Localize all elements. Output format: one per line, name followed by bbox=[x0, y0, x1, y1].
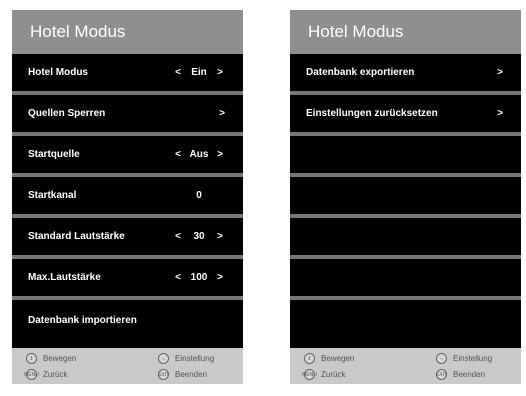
help-label: Einstellung bbox=[453, 354, 493, 363]
empty-row bbox=[290, 300, 521, 341]
menu-item-label: Einstellungen zurücksetzen bbox=[306, 108, 438, 119]
right-arrow-icon[interactable]: > bbox=[211, 272, 229, 283]
menu-item-default-volume[interactable]: Standard Lautstärke < 30 > bbox=[12, 218, 243, 259]
left-right-icon: ⇔ bbox=[436, 353, 447, 364]
empty-row bbox=[290, 177, 521, 218]
menu-item-lock-sources[interactable]: Quellen Sperren > bbox=[12, 95, 243, 136]
menu-item-label: Datenbank exportieren bbox=[306, 67, 415, 78]
help-label: Bewegen bbox=[43, 354, 77, 363]
right-arrow-icon[interactable]: > bbox=[211, 231, 229, 242]
right-arrow-icon[interactable]: > bbox=[211, 67, 229, 78]
help-label: Beenden bbox=[453, 370, 486, 379]
menu-title: Hotel Modus bbox=[12, 10, 243, 54]
chevron-right-icon: > bbox=[497, 67, 503, 78]
menu-title: Hotel Modus bbox=[290, 10, 521, 54]
help-bar: ⇕ Bewegen ⇔ Einstellung MENU Zurück EXIT… bbox=[290, 348, 521, 384]
menu-item-start-source[interactable]: Startquelle < Aus > bbox=[12, 136, 243, 177]
left-arrow-icon[interactable]: < bbox=[169, 149, 187, 160]
menu-item-label: Startquelle bbox=[28, 149, 80, 160]
exit-button-icon: EXIT bbox=[158, 369, 169, 380]
option-value: Aus bbox=[189, 149, 209, 160]
right-arrow-icon[interactable]: > bbox=[211, 149, 229, 160]
left-arrow-icon[interactable]: < bbox=[169, 231, 187, 242]
help-label: Zurück bbox=[321, 370, 346, 379]
menu-item-import-database[interactable]: Datenbank importieren bbox=[12, 300, 243, 341]
menu-item-hotel-mode[interactable]: Hotel Modus < Ein > bbox=[12, 54, 243, 95]
menu-item-start-channel[interactable]: Startkanal 0 bbox=[12, 177, 243, 218]
menu-item-label: Standard Lautstärke bbox=[28, 231, 125, 242]
up-down-icon: ⇕ bbox=[304, 353, 315, 364]
option-value: 0 bbox=[196, 190, 202, 201]
menu-button-icon: MENU bbox=[24, 369, 39, 380]
empty-row bbox=[290, 218, 521, 259]
left-arrow-icon[interactable]: < bbox=[169, 67, 187, 78]
help-label: Bewegen bbox=[321, 354, 355, 363]
menu-item-reset-settings[interactable]: Einstellungen zurücksetzen > bbox=[290, 95, 521, 136]
menu-item-label: Hotel Modus bbox=[28, 67, 88, 78]
option-value: 30 bbox=[193, 231, 205, 242]
help-label: Zurück bbox=[43, 370, 68, 379]
up-down-icon: ⇕ bbox=[26, 353, 37, 364]
help-label: Einstellung bbox=[175, 354, 215, 363]
empty-row bbox=[290, 259, 521, 300]
menu-item-max-volume[interactable]: Max.Lautstärke < 100 > bbox=[12, 259, 243, 300]
menu-item-label: Startkanal bbox=[28, 190, 77, 201]
hotel-mode-menu-left: Hotel Modus Hotel Modus < Ein > Quellen … bbox=[12, 10, 243, 384]
menu-item-label: Quellen Sperren bbox=[28, 108, 106, 119]
exit-button-icon: EXIT bbox=[436, 369, 447, 380]
hotel-mode-menu-right: Hotel Modus Datenbank exportieren > Eins… bbox=[290, 10, 521, 384]
left-right-icon: ⇔ bbox=[158, 353, 169, 364]
chevron-right-icon: > bbox=[497, 108, 503, 119]
option-value: 100 bbox=[190, 272, 208, 283]
left-arrow-icon[interactable]: < bbox=[169, 272, 187, 283]
empty-row bbox=[290, 136, 521, 177]
menu-button-icon: MENU bbox=[302, 369, 317, 380]
help-label: Beenden bbox=[175, 370, 208, 379]
menu-item-export-database[interactable]: Datenbank exportieren > bbox=[290, 54, 521, 95]
menu-item-label: Datenbank importieren bbox=[28, 315, 137, 326]
menu-item-label: Max.Lautstärke bbox=[28, 272, 101, 283]
chevron-right-icon: > bbox=[219, 108, 225, 119]
help-bar: ⇕ Bewegen ⇔ Einstellung MENU Zurück EXIT… bbox=[12, 348, 243, 384]
option-value: Ein bbox=[191, 67, 207, 78]
